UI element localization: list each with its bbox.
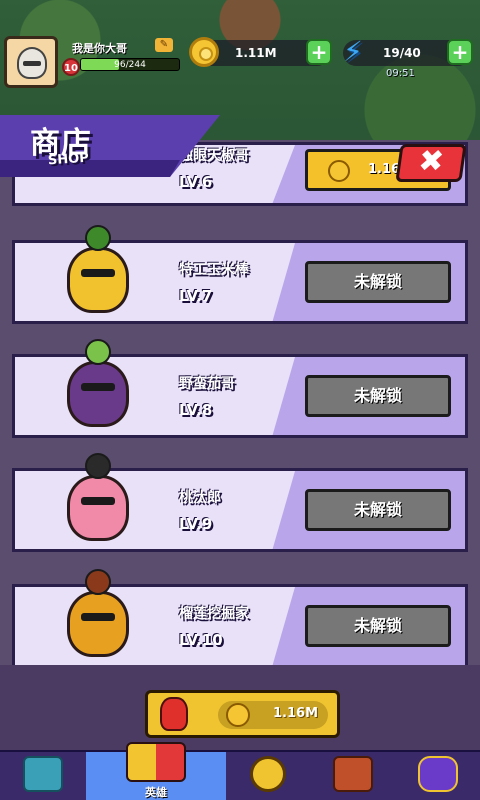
add-energy-button[interactable]: + bbox=[447, 39, 473, 65]
hero-card[interactable]: 榴莲挖掘家 LV.10 未解锁 bbox=[12, 569, 468, 668]
hero-head-decoration bbox=[85, 339, 111, 365]
hero-portrait bbox=[45, 445, 155, 555]
nav-heroes-label: 英雄 bbox=[145, 786, 167, 799]
close-button[interactable]: ✖ bbox=[395, 144, 467, 182]
lightning-icon: ⚡ bbox=[343, 35, 363, 68]
locked-button[interactable]: 未解锁 bbox=[305, 261, 451, 303]
hero-portrait bbox=[45, 331, 155, 441]
pepper-hero-icon bbox=[160, 697, 188, 731]
bottom-price-value: 1.16M bbox=[273, 706, 319, 721]
hero-eyes bbox=[81, 383, 115, 391]
xp-text: 96/244 bbox=[114, 60, 146, 70]
top-hud: 我是你大哥 ✎ 96/244 10 1.11M + ⚡ 19/40 + 09:5… bbox=[0, 0, 480, 88]
hero-eyes bbox=[81, 613, 115, 621]
hero-portrait bbox=[45, 561, 155, 671]
energy-counter: ⚡ 19/40 + bbox=[343, 36, 473, 68]
hero-name: 野蛮茄哥 bbox=[179, 376, 235, 392]
energy-value: 19/40 bbox=[383, 46, 421, 60]
locked-button[interactable]: 未解锁 bbox=[305, 605, 451, 647]
hero-card[interactable]: 桃汰郎 LV.9 未解锁 bbox=[12, 453, 468, 552]
locked-button[interactable]: 未解锁 bbox=[305, 489, 451, 531]
hero-name: 桃汰郎 bbox=[179, 490, 221, 506]
hero-body bbox=[67, 475, 129, 541]
hero-body bbox=[67, 591, 129, 657]
hero-name: 特工玉米棒 bbox=[179, 262, 249, 278]
hero-level: LV.9 bbox=[179, 515, 213, 533]
hero-level: LV.8 bbox=[179, 401, 213, 419]
nav-heroes[interactable]: 英雄 bbox=[86, 742, 226, 800]
hero-head-decoration bbox=[85, 225, 111, 251]
hero-head-decoration bbox=[85, 453, 111, 479]
energy-timer: 09:51 bbox=[386, 68, 415, 79]
hero-portrait bbox=[45, 217, 155, 327]
locked-button[interactable]: 未解锁 bbox=[305, 375, 451, 417]
treasure-chest-icon bbox=[23, 756, 63, 792]
nav-treasure[interactable] bbox=[0, 752, 86, 800]
hero-level: LV.6 bbox=[179, 173, 213, 191]
hero-card[interactable]: 野蛮茄哥 LV.8 未解锁 bbox=[12, 339, 468, 438]
hero-card[interactable]: 特工玉米棒 LV.7 未解锁 bbox=[12, 225, 468, 324]
crown-icon bbox=[418, 756, 458, 792]
hero-level: LV.10 bbox=[179, 631, 223, 649]
bottom-price-button[interactable]: 1.16M bbox=[145, 690, 340, 738]
edit-name-icon[interactable]: ✎ bbox=[155, 38, 173, 52]
hero-eyes bbox=[81, 269, 115, 277]
backpack-icon bbox=[333, 756, 373, 792]
shop-subtitle: SHOP bbox=[47, 150, 90, 169]
nav-compass[interactable] bbox=[226, 752, 310, 800]
heroes-icon bbox=[126, 742, 186, 782]
coin-icon bbox=[226, 703, 250, 727]
gold-value: 1.11M bbox=[235, 46, 277, 60]
coin-icon bbox=[189, 37, 219, 67]
nav-backpack[interactable] bbox=[310, 752, 396, 800]
avatar-face-icon bbox=[17, 47, 47, 79]
hero-name: 榴莲挖掘家 bbox=[179, 606, 249, 622]
hero-eyes bbox=[81, 497, 115, 505]
hero-head-decoration bbox=[85, 569, 111, 595]
hero-body bbox=[67, 361, 129, 427]
compass-icon bbox=[250, 756, 286, 792]
hero-level: LV.7 bbox=[179, 287, 213, 305]
nav-crown[interactable] bbox=[396, 752, 480, 800]
player-avatar[interactable] bbox=[4, 36, 58, 88]
xp-bar: 96/244 bbox=[80, 58, 180, 71]
gold-counter: 1.11M + bbox=[189, 37, 332, 67]
player-name: 我是你大哥 bbox=[72, 42, 127, 55]
hero-body bbox=[67, 247, 129, 313]
add-gold-button[interactable]: + bbox=[306, 39, 332, 65]
bottom-nav: 英雄 bbox=[0, 742, 480, 800]
player-level-badge: 10 bbox=[62, 58, 80, 76]
coin-icon bbox=[328, 160, 350, 182]
